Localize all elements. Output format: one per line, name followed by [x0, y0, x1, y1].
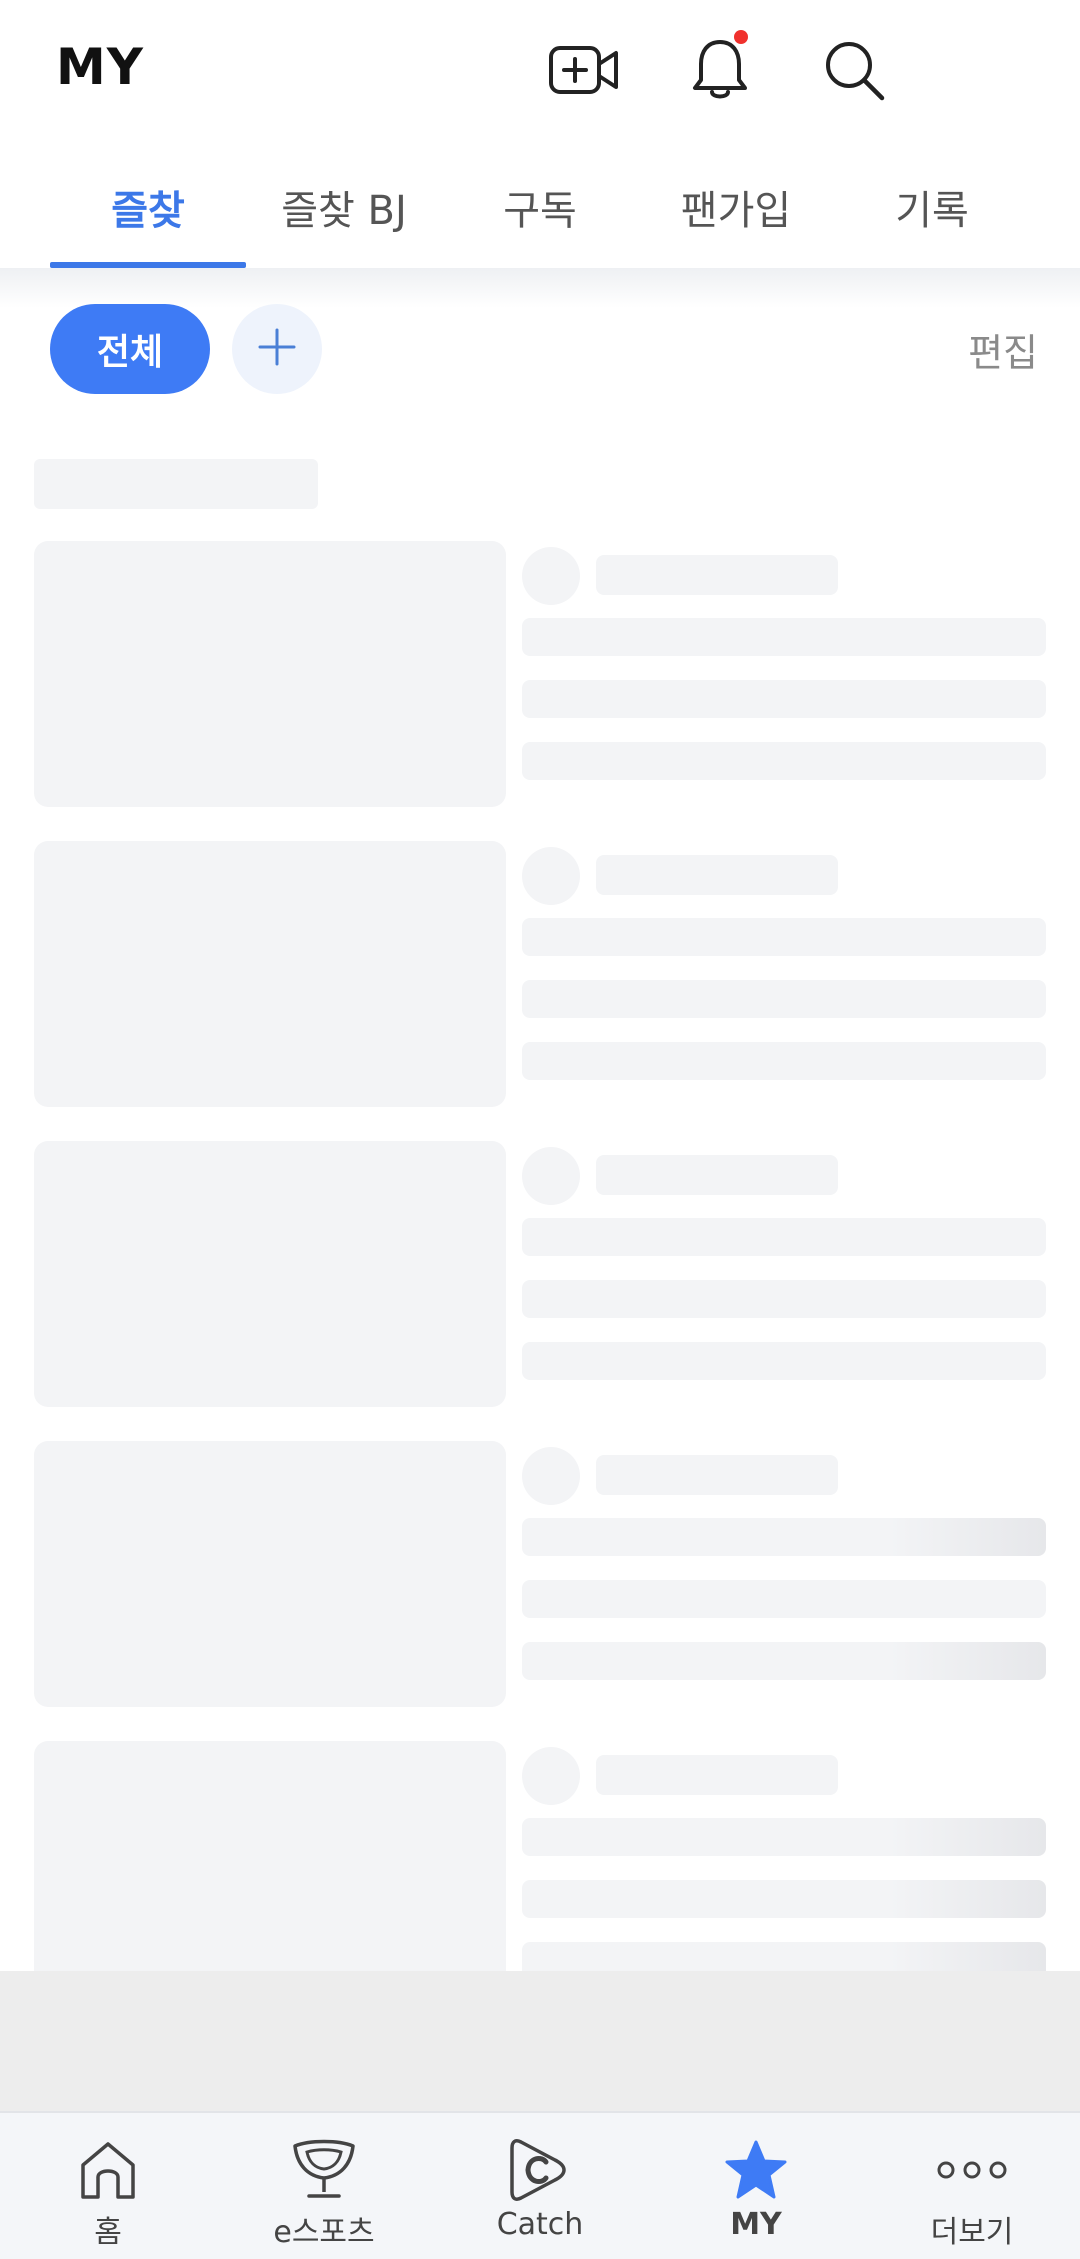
nav-label: MY: [730, 2207, 782, 2242]
notification-button[interactable]: [680, 30, 760, 110]
skeleton-name: [596, 1755, 838, 1795]
skeleton-line: [522, 1280, 1046, 1318]
catch-icon: [509, 2137, 571, 2203]
nav-label: e스포츠: [273, 2215, 375, 2250]
skeleton-avatar: [522, 1747, 580, 1805]
nav-label: 더보기: [930, 2215, 1014, 2250]
skeleton-card: [0, 1741, 1080, 2007]
app-header: MY: [0, 0, 1080, 140]
search-button[interactable]: [814, 30, 894, 110]
skeleton-avatar: [522, 847, 580, 905]
skeleton-avatar: [522, 1147, 580, 1205]
bell-icon: [690, 36, 750, 104]
nav-label: Catch: [496, 2207, 584, 2242]
star-icon: [724, 2137, 788, 2203]
plus-icon: [257, 327, 297, 371]
trophy-icon: [289, 2137, 359, 2203]
search-icon: [822, 38, 886, 102]
home-icon: [78, 2137, 138, 2203]
skeleton-line: [522, 1518, 1046, 1556]
bottom-navigation: 홈 e스포츠 Catch MY 더보기: [0, 2111, 1080, 2259]
nav-esports[interactable]: e스포츠: [216, 2113, 432, 2259]
skeleton-section-title: [34, 459, 318, 509]
skeleton-thumbnail: [34, 841, 506, 1107]
tab-favorites[interactable]: 즐찾: [50, 150, 246, 270]
skeleton-line: [522, 1218, 1046, 1256]
tab-divider: [0, 268, 1080, 308]
skeleton-card: [0, 1441, 1080, 1707]
tab-fan-join[interactable]: 팬가입: [638, 150, 834, 270]
live-broadcast-button[interactable]: [544, 30, 624, 110]
my-screen: MY 즐찾 즐찾 BJ 구독 팬가입 기록 전체 편집 홈 e스포츠 Catch…: [0, 0, 1080, 2259]
skeleton-line: [522, 918, 1046, 956]
nav-label: 홈: [94, 2215, 122, 2250]
skeleton-line: [522, 1580, 1046, 1618]
tab-history[interactable]: 기록: [834, 150, 1030, 270]
skeleton-line: [522, 1342, 1046, 1380]
skeleton-line: [522, 980, 1046, 1018]
add-group-button[interactable]: [232, 304, 322, 394]
skeleton-line: [522, 1042, 1046, 1080]
notification-dot: [734, 30, 748, 44]
live-broadcast-icon: [548, 40, 620, 100]
skeleton-name: [596, 555, 838, 595]
tab-favorite-bj[interactable]: 즐찾 BJ: [246, 150, 442, 270]
skeleton-thumbnail: [34, 1441, 506, 1707]
skeleton-avatar: [522, 1447, 580, 1505]
more-icon: [936, 2137, 1008, 2203]
skeleton-name: [596, 855, 838, 895]
nav-my[interactable]: MY: [648, 2113, 864, 2259]
skeleton-thumbnail: [34, 1741, 506, 2007]
nav-more[interactable]: 더보기: [864, 2113, 1080, 2259]
skeleton-card: [0, 1141, 1080, 1407]
edit-button[interactable]: 편집: [968, 322, 1038, 377]
ad-placeholder-area: [0, 1971, 1080, 2111]
nav-home[interactable]: 홈: [0, 2113, 216, 2259]
skeleton-avatar: [522, 547, 580, 605]
tab-bar: 즐찾 즐찾 BJ 구독 팬가입 기록: [0, 150, 1080, 270]
skeleton-line: [522, 1880, 1046, 1918]
skeleton-card: [0, 841, 1080, 1107]
skeleton-name: [596, 1455, 838, 1495]
skeleton-line: [522, 742, 1046, 780]
skeleton-line: [522, 1642, 1046, 1680]
tab-subscriptions[interactable]: 구독: [442, 150, 638, 270]
skeleton-thumbnail: [34, 1141, 506, 1407]
page-title: MY: [56, 38, 144, 96]
skeleton-line: [522, 1818, 1046, 1856]
skeleton-line: [522, 618, 1046, 656]
nav-catch[interactable]: Catch: [432, 2113, 648, 2259]
skeleton-thumbnail: [34, 541, 506, 807]
filter-all-chip[interactable]: 전체: [50, 304, 210, 394]
skeleton-line: [522, 680, 1046, 718]
skeleton-card: [0, 541, 1080, 807]
skeleton-name: [596, 1155, 838, 1195]
